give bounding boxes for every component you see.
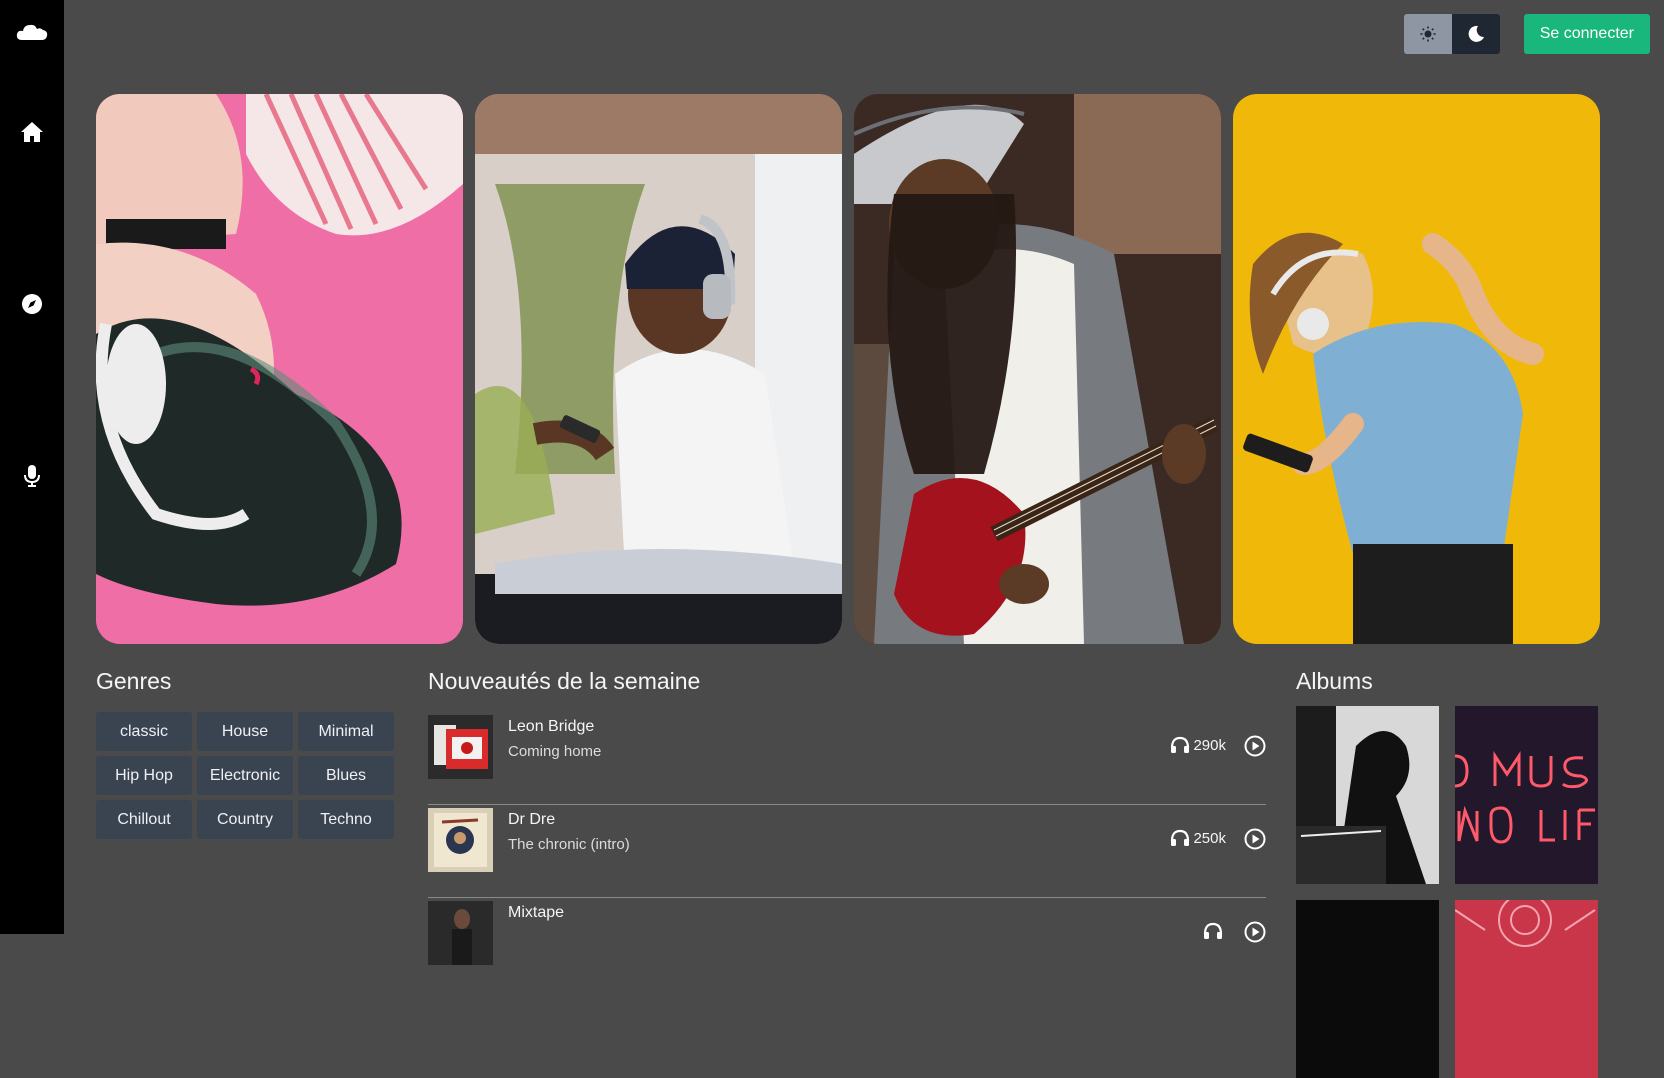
genre-chip[interactable]: Blues [298,756,394,795]
genre-chip[interactable]: Country [197,800,293,839]
genre-chip[interactable]: House [197,712,293,751]
theme-toggle [1403,14,1500,54]
track-row[interactable]: Mixtape [428,898,1266,991]
hero-image-guitarist[interactable] [854,94,1221,644]
track-play-count: 250k [1170,829,1226,847]
light-theme-button[interactable] [1403,14,1452,54]
albums-grid [1296,706,1598,1078]
album-cover-neon[interactable] [1455,706,1598,884]
track-artist: Leon Bridge [508,718,595,735]
moon-icon [1468,25,1484,42]
play-icon[interactable] [1244,735,1266,762]
sun-icon [1420,26,1436,42]
genre-chip[interactable]: Hip Hop [96,756,192,795]
dark-theme-button[interactable] [1451,14,1500,54]
hero-image-dancing-woman[interactable] [1233,94,1600,644]
album-cover-red-pattern[interactable] [1455,900,1598,1078]
login-button[interactable]: Se connecter [1523,14,1650,54]
play-icon[interactable] [1244,828,1266,855]
track-cover [428,715,493,779]
track-cover [428,901,493,965]
sidebar [0,0,64,934]
album-cover-dark[interactable] [1296,900,1439,1078]
track-title: The chronic (intro) [508,836,630,853]
track-artist: Mixtape [508,904,565,921]
track-artist: Dr Dre [508,811,556,828]
track-play-count: 290k [1170,736,1226,754]
genre-chip[interactable]: Techno [298,800,394,839]
genres-title: Genres [96,668,172,694]
headphones-icon [1171,829,1190,846]
compass-icon[interactable] [0,284,64,324]
genre-chip[interactable]: Chillout [96,800,192,839]
track-list: Leon Bridge Coming home 290k Dr Dre The … [428,712,1266,991]
album-cover-piano[interactable] [1296,706,1439,884]
home-icon[interactable] [0,112,64,152]
track-row[interactable]: Dr Dre The chronic (intro) 250k [428,805,1266,898]
genre-chip[interactable]: classic [96,712,192,751]
genre-chip[interactable]: Electronic [197,756,293,795]
play-icon[interactable] [1244,921,1266,948]
new-releases-title: Nouveautés de la semaine [428,668,701,694]
track-cover [428,808,493,872]
top-actions: Se connecter [1403,14,1650,54]
track-play-count [1203,922,1226,940]
albums-title: Albums [1296,668,1373,694]
track-row[interactable]: Leon Bridge Coming home 290k [428,712,1266,805]
cloud-logo-icon[interactable] [0,12,64,52]
headphones-icon [1171,736,1190,753]
play-count-value: 250k [1193,829,1226,847]
microphone-icon[interactable] [0,456,64,496]
headphones-icon [1203,922,1223,939]
track-title: Coming home [508,743,602,760]
hero-gallery [96,94,1600,644]
hero-image-woman-phone[interactable] [475,94,842,644]
play-count-value: 290k [1193,736,1226,754]
hero-image-pink-headphones[interactable] [96,94,463,644]
genres-grid: classic House Minimal Hip Hop Electronic… [96,712,394,839]
genre-chip[interactable]: Minimal [298,712,394,751]
